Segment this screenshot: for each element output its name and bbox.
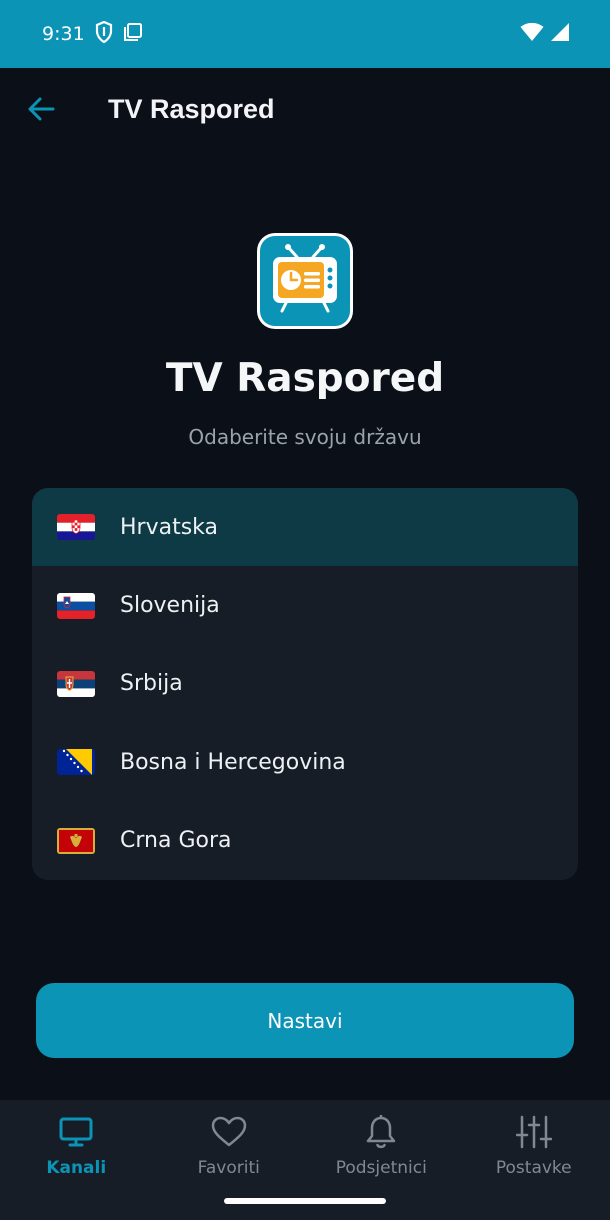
app-name-heading: TV Raspored (165, 356, 445, 401)
nav-item-postavke[interactable]: Postavke (458, 1100, 610, 1220)
nav-item-kanali[interactable]: Kanali (0, 1100, 153, 1220)
country-item-slovenija[interactable]: Slovenija (32, 566, 578, 644)
bell-icon (361, 1112, 401, 1152)
nav-label: Kanali (46, 1158, 107, 1178)
country-list: Hrvatska Slovenija Srbija Bosna i Herceg… (32, 488, 578, 880)
status-bar: 9:31 (0, 0, 610, 68)
wifi-icon (520, 22, 544, 46)
tv-icon (56, 1112, 96, 1152)
shield-icon (95, 20, 113, 47)
home-indicator (224, 1198, 386, 1204)
nav-label: Favoriti (197, 1158, 260, 1178)
heart-icon (209, 1112, 249, 1152)
flag-serbia-icon (57, 670, 95, 697)
back-button[interactable] (24, 94, 58, 128)
flag-bosnia-icon (57, 749, 95, 776)
country-item-srbija[interactable]: Srbija (32, 645, 578, 723)
flag-croatia-icon (57, 514, 95, 541)
back-arrow-icon (27, 95, 55, 127)
cellular-signal-icon (550, 22, 570, 46)
app-bar: TV Raspored (0, 68, 610, 154)
page-title: TV Raspored (108, 94, 275, 124)
country-name: Hrvatska (120, 514, 219, 540)
country-item-bosna-i-hercegovina[interactable]: Bosna i Hercegovina (32, 723, 578, 801)
country-prompt: Odaberite svoju državu (188, 425, 422, 449)
continue-button[interactable]: Nastavi (36, 983, 574, 1058)
nav-label: Podsjetnici (335, 1158, 427, 1178)
country-name: Bosna i Hercegovina (120, 749, 346, 775)
flag-slovenia-icon (57, 592, 95, 619)
flag-montenegro-icon (57, 827, 95, 854)
country-name: Slovenija (120, 593, 220, 619)
tv-schedule-icon (270, 243, 340, 319)
country-name: Srbija (120, 671, 183, 697)
country-name: Crna Gora (120, 828, 232, 854)
status-time: 9:31 (42, 23, 85, 45)
country-item-hrvatska[interactable]: Hrvatska (32, 488, 578, 567)
clipboard-icon (123, 22, 143, 46)
app-logo (257, 233, 353, 329)
nav-label: Postavke (495, 1158, 572, 1178)
country-item-crna-gora[interactable]: Crna Gora (32, 802, 578, 880)
sliders-icon (514, 1112, 554, 1152)
